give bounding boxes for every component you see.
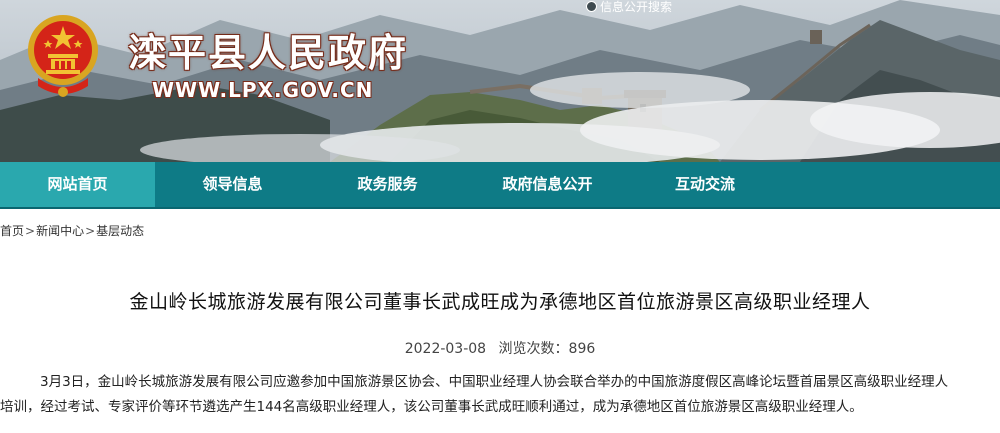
site-banner: 滦平县人民政府 WWW.LPX.GOV.CN 信息公开搜索 [0, 0, 1000, 162]
site-url: WWW.LPX.GOV.CN [152, 78, 374, 102]
breadcrumb-separator: > [25, 224, 36, 238]
info-search-link[interactable]: 信息公开搜索 [586, 0, 672, 15]
national-emblem-icon [28, 15, 98, 97]
article-meta: 2022-03-08 浏览次数：896 [0, 338, 1000, 358]
nav-item-services[interactable]: 政务服务 [310, 162, 465, 207]
nav-item-info-disclosure[interactable]: 政府信息公开 [465, 162, 630, 207]
main-nav: 网站首页 领导信息 政务服务 政府信息公开 互动交流 [0, 162, 1000, 209]
nav-item-leaders[interactable]: 领导信息 [155, 162, 310, 207]
breadcrumb: 首页>新闻中心>基层动态 [0, 222, 144, 239]
breadcrumb-local-news[interactable]: 基层动态 [96, 224, 144, 238]
breadcrumb-home[interactable]: 首页 [0, 224, 24, 238]
article-title: 金山岭长城旅游发展有限公司董事长武成旺成为承德地区首位旅游景区高级职业经理人 [129, 291, 871, 313]
view-count-value: 896 [568, 341, 596, 357]
article-paragraph-line: 3月3日，金山岭长城旅游发展有限公司应邀参加中国旅游景区协会、中国职业经理人协会… [40, 374, 949, 390]
site-title: 滦平县人民政府 [128, 30, 409, 75]
article-paragraph-line: 培训，经过考试、专家评价等环节遴选产生144名高级职业经理人，该公司董事长武成旺… [0, 399, 863, 415]
nav-item-home[interactable]: 网站首页 [0, 162, 155, 207]
breadcrumb-separator: > [85, 224, 96, 238]
view-count: 浏览次数：896 [499, 341, 596, 357]
article-body: 3月3日，金山岭长城旅游发展有限公司应邀参加中国旅游景区协会、中国职业经理人协会… [0, 370, 1000, 420]
breadcrumb-news[interactable]: 新闻中心 [36, 224, 84, 238]
search-dot-icon [586, 1, 597, 12]
view-count-label: 浏览次数： [498, 341, 569, 357]
article-date: 2022-03-08 [404, 341, 487, 357]
nav-item-interaction[interactable]: 互动交流 [630, 162, 780, 207]
info-search-label: 信息公开搜索 [600, 0, 673, 14]
